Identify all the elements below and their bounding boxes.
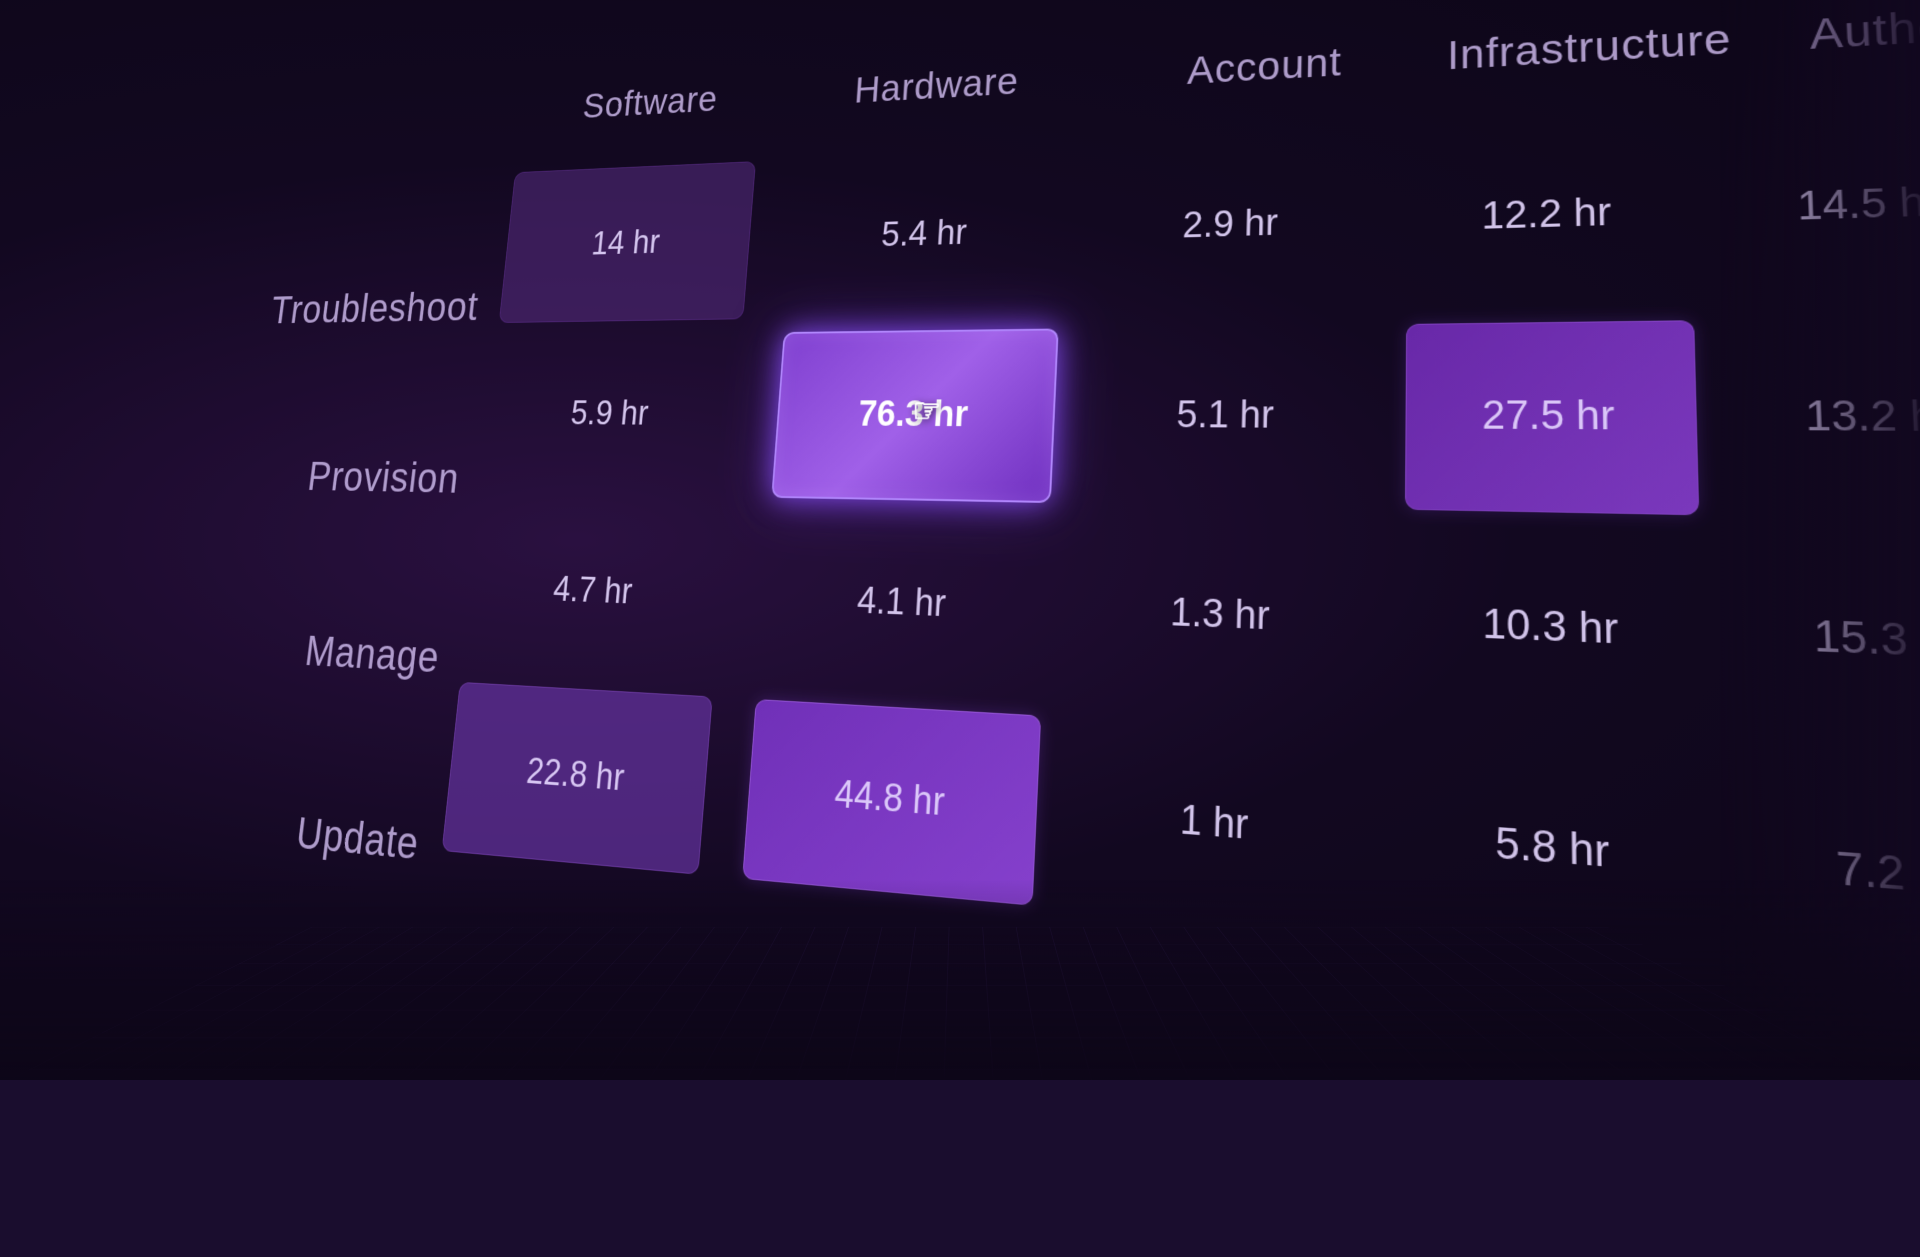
cell-troubleshoot-hardware[interactable]: 5.4 hr [785,147,1067,319]
cell-troubleshoot-infrastructure[interactable]: 12.2 hr [1406,118,1694,309]
col-header-account: Account [1151,37,1381,95]
col-header-infrastructure: Infrastructure [1442,15,1738,79]
row-label-provision: Provision [218,392,469,568]
bottom-fade [0,880,1920,1080]
row-label-troubleshoot: Troubleshoot [240,223,487,392]
cell-provision-account[interactable]: 5.1 hr [1099,325,1354,509]
cell-provision-infrastructure[interactable]: 27.5 hr [1405,320,1699,515]
cell-troubleshoot-software[interactable]: 14 hr [499,161,756,323]
cell-manage-software[interactable]: 4.7 hr [461,506,727,682]
cell-provision-hardware[interactable]: 76.3 hr ☞ [771,328,1058,503]
cell-troubleshoot-account[interactable]: 2.9 hr [1106,133,1356,313]
col-header-hardware: Hardware [815,57,1060,113]
col-header-software: Software [534,75,769,129]
cell-manage-hardware[interactable]: 4.1 hr [757,512,1050,700]
cell-provision-software[interactable]: 5.9 hr [480,333,742,497]
